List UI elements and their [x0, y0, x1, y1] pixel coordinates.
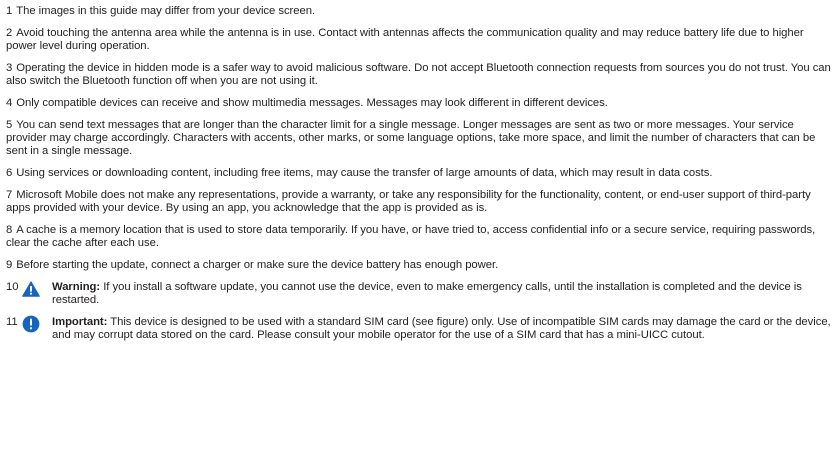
footnote-9: 9 Before starting the update, connect a c… [6, 259, 833, 272]
footnote-text: Operating the device in hidden mode is a… [6, 62, 831, 87]
footnote-number: 1 [6, 5, 13, 17]
footnote-text: Before starting the update, connect a ch… [16, 259, 499, 271]
footnote-number: 11 [6, 316, 18, 328]
footnote-4: 4 Only compatible devices can receive and… [6, 97, 833, 110]
important-exclamation-icon [22, 315, 52, 333]
callout-label: Warning: [52, 281, 101, 293]
footnote-11-important: 11 Important: This device is designed to… [6, 315, 833, 342]
footnote-2: 2 Avoid touching the antenna area while t… [6, 27, 833, 53]
footnote-3: 3 Operating the device in hidden mode is … [6, 62, 833, 88]
footnote-number: 2 [6, 27, 13, 39]
footnote-number: 5 [6, 119, 13, 131]
footnote-text: Using services or downloading content, i… [16, 167, 713, 179]
footnotes-page: 1 The images in this guide may differ fro… [0, 0, 839, 462]
footnote-6: 6 Using services or downloading content, … [6, 167, 833, 180]
warning-triangle-icon [22, 281, 52, 297]
callout-body: If you install a software update, you ca… [52, 281, 802, 306]
footnote-text: A cache is a memory location that is use… [6, 224, 816, 249]
footnote-number: 4 [6, 97, 13, 109]
footnote-10-warning: 10 Warning: If you install a software up… [6, 281, 833, 307]
footnote-number: 9 [6, 259, 13, 271]
footnote-5: 5 You can send text messages that are lon… [6, 119, 833, 158]
footnote-text: The images in this guide may differ from… [16, 5, 316, 17]
callout-text: Warning: If you install a software updat… [52, 281, 833, 307]
footnote-7: 7 Microsoft Mobile does not make any repr… [6, 189, 833, 215]
callout-text: Important: This device is designed to be… [52, 316, 833, 342]
footnote-1: 1 The images in this guide may differ fro… [6, 5, 833, 18]
footnote-number: 10 [6, 281, 19, 293]
footnote-text: Microsoft Mobile does not make any repre… [6, 189, 811, 214]
footnote-number: 8 [6, 224, 13, 236]
footnote-number: 3 [6, 62, 13, 74]
footnote-number: 7 [6, 189, 13, 201]
footnote-text: You can send text messages that are long… [6, 119, 816, 157]
callout-body: This device is designed to be used with … [52, 316, 831, 341]
callout-label: Important: [52, 316, 108, 328]
footnote-text: Avoid touching the antenna area while th… [6, 27, 804, 52]
footnote-8: 8A cache is a memory location that is us… [6, 224, 833, 250]
footnote-number: 6 [6, 167, 13, 179]
footnote-text: Only compatible devices can receive and … [16, 97, 608, 109]
